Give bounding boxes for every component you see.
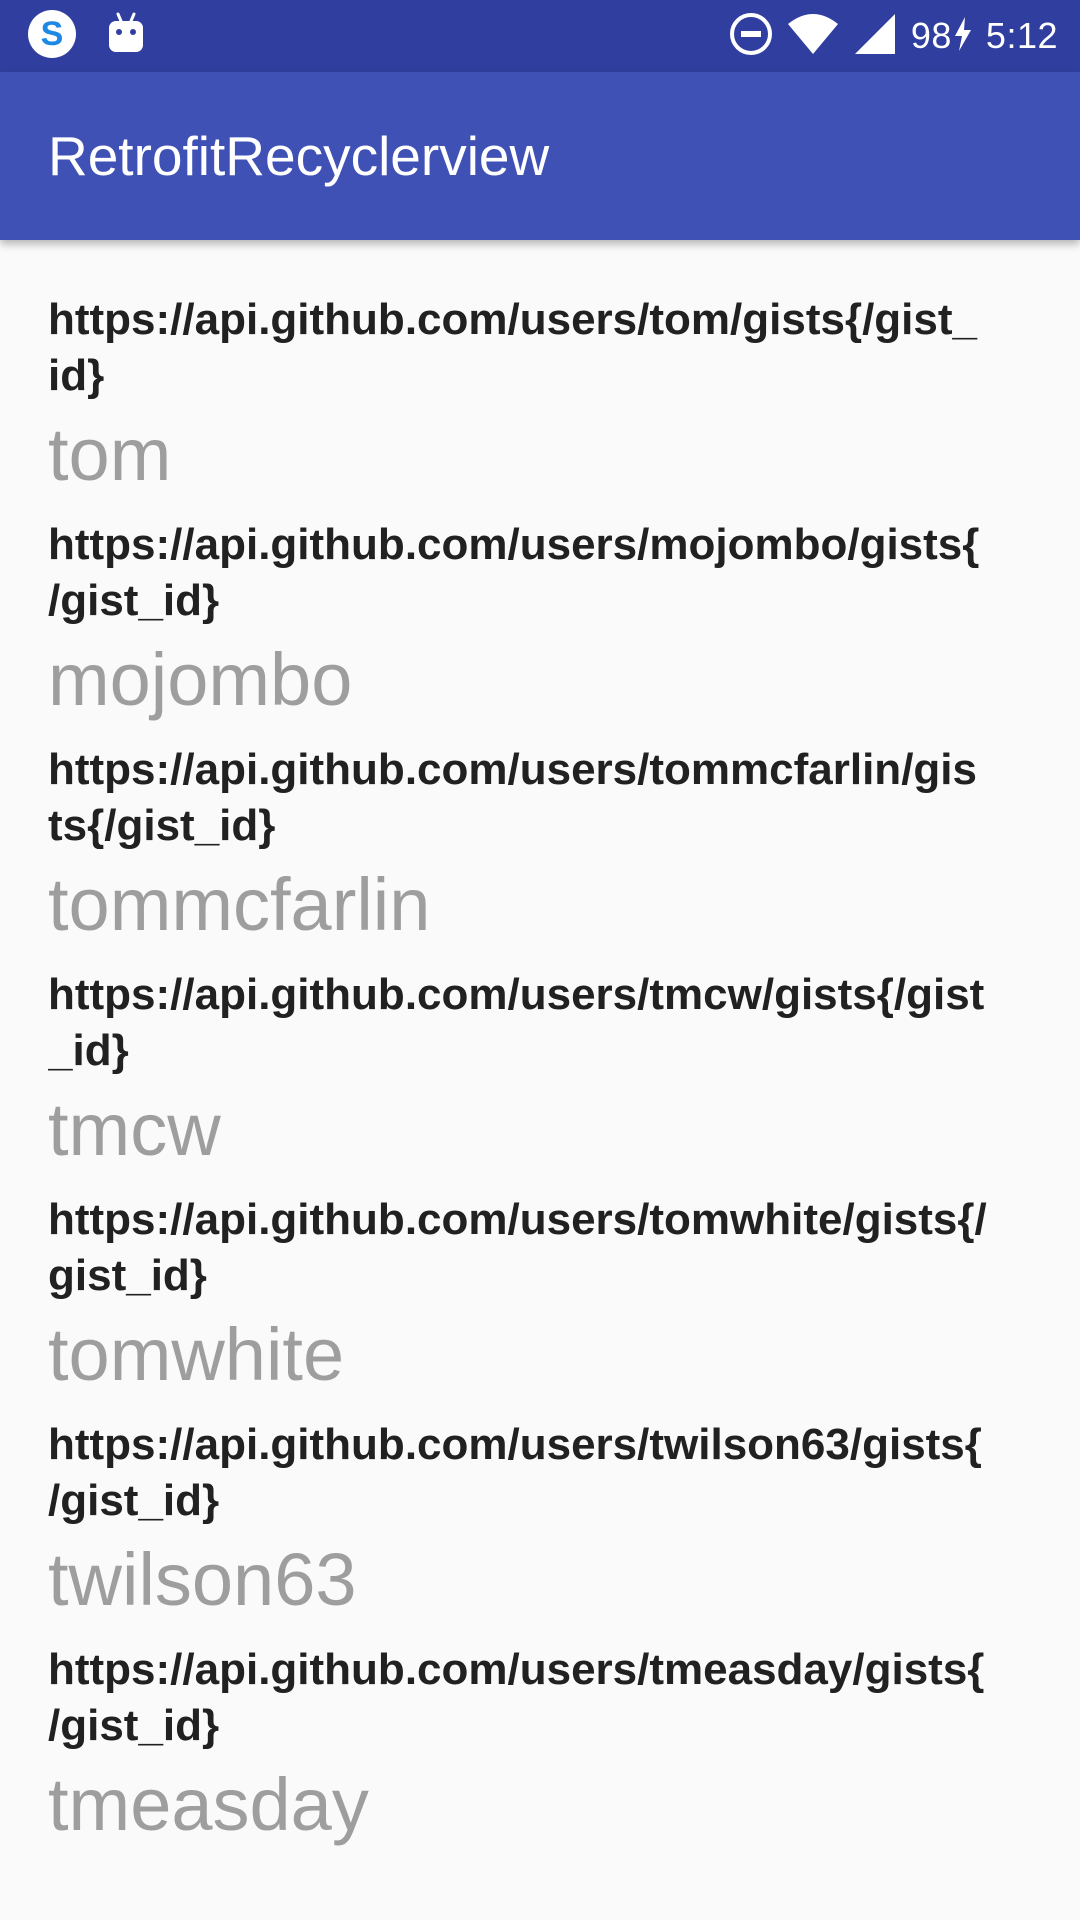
- user-login: tommcfarlin: [48, 863, 431, 946]
- list-item[interactable]: https://api.github.com/users/tmcw/gists{…: [0, 967, 1080, 1192]
- skype-icon: S: [26, 8, 78, 65]
- user-login: tomwhite: [48, 1313, 345, 1396]
- list-item[interactable]: https://api.github.com/users/mojombo/gis…: [0, 517, 1080, 742]
- user-login: mojombo: [48, 638, 353, 721]
- list-item[interactable]: https://api.github.com/users/tmeasday/gi…: [0, 1642, 1080, 1867]
- user-login: tom: [48, 413, 172, 496]
- status-bar: S 98 5:12: [0, 0, 1080, 72]
- gist-url: https://api.github.com/users/tmeasday/gi…: [48, 1645, 985, 1750]
- signal-icon: [853, 12, 897, 61]
- gist-url: https://api.github.com/users/tmcw/gists{…: [48, 970, 985, 1075]
- battery-charging-icon: [954, 16, 972, 56]
- system-icons: 98 5:12: [729, 10, 1058, 62]
- user-login: tmcw: [48, 1088, 221, 1171]
- clock: 5:12: [985, 15, 1058, 56]
- user-login: tmeasday: [48, 1763, 369, 1846]
- gist-url: https://api.github.com/users/tomwhite/gi…: [48, 1195, 987, 1300]
- page-title: RetrofitRecyclerview: [48, 125, 550, 187]
- gist-url: https://api.github.com/users/twilson63/g…: [48, 1420, 982, 1525]
- svg-text:S: S: [41, 15, 64, 53]
- list-item[interactable]: https://api.github.com/users/tomwhite/gi…: [0, 1192, 1080, 1417]
- list-item[interactable]: https://api.github.com/users/tommcfarlin…: [0, 742, 1080, 967]
- gist-url: https://api.github.com/users/tom/gists{/…: [48, 295, 977, 400]
- recycler-list[interactable]: https://api.github.com/users/tom/gists{/…: [0, 240, 1080, 1920]
- notification-icons: S: [26, 8, 146, 65]
- gist-url: https://api.github.com/users/mojombo/gis…: [48, 520, 980, 625]
- user-login: twilson63: [48, 1538, 357, 1621]
- android-icon: [106, 12, 146, 61]
- list-item[interactable]: https://api.github.com/users/tom/gists{/…: [0, 292, 1080, 517]
- list-item[interactable]: https://api.github.com/users/twilson63/g…: [0, 1417, 1080, 1642]
- battery-indicator: 98: [911, 15, 972, 57]
- app-bar: RetrofitRecyclerview: [0, 72, 1080, 240]
- wifi-icon: [787, 12, 839, 61]
- gist-url: https://api.github.com/users/tommcfarlin…: [48, 745, 977, 850]
- do-not-disturb-icon: [729, 12, 773, 61]
- battery-level: 98: [910, 15, 952, 56]
